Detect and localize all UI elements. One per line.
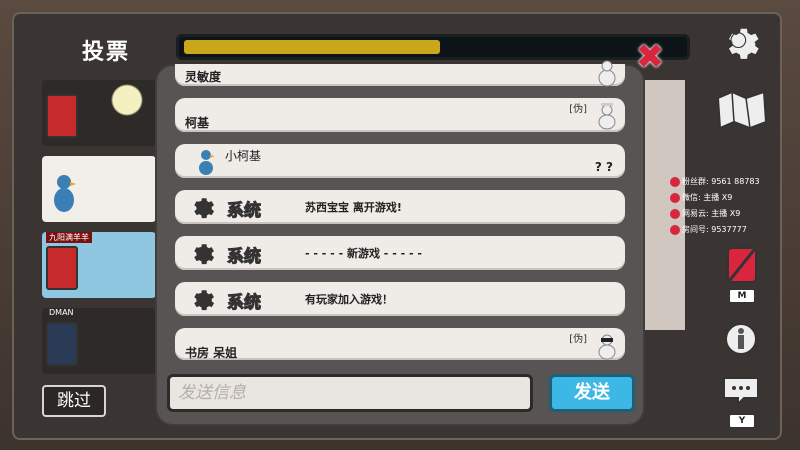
chat-message: 书房 呆姐 [伪] — [175, 328, 625, 360]
system-message: 系统 有玩家加入游戏！ — [175, 282, 625, 316]
message-body: 有玩家加入游戏！ — [305, 293, 393, 306]
netease-icon — [670, 208, 680, 219]
gear-icon — [194, 290, 215, 311]
send-button[interactable]: 发送 — [549, 374, 635, 412]
player-name: 九阳满羊羊 — [46, 232, 92, 243]
goose-avatar-icon — [199, 150, 215, 175]
chat-message: 灵敏度 — [175, 60, 625, 87]
wechat-info: 微信: 主播 X9 — [670, 192, 732, 203]
goose-avatar-icon — [598, 103, 616, 130]
chat-input[interactable] — [170, 377, 530, 409]
wechat-icon — [670, 192, 680, 203]
avatar — [46, 170, 78, 214]
player-card[interactable] — [42, 156, 156, 222]
goose-icon — [54, 175, 76, 212]
goose-avatar-icon — [598, 334, 616, 360]
room-info: 房间号: 9537777 — [670, 224, 747, 235]
avatar — [46, 94, 78, 138]
message-body: - - - - - 新游戏 - - - - - — [305, 247, 422, 260]
chat-icon[interactable] — [722, 376, 760, 406]
message-body: 苏西宝宝 离开游戏! — [305, 201, 402, 214]
gear-icon — [194, 198, 215, 219]
room-icon — [670, 224, 680, 235]
chat-message: 柯基 [伪] — [175, 98, 625, 132]
vote-timer-bar — [176, 34, 690, 60]
message-sender: 书房 呆姐 — [185, 346, 238, 360]
system-label: 系统 — [227, 247, 262, 268]
avatar — [46, 246, 78, 290]
message-sender: 灵敏度 — [185, 70, 222, 84]
message-body: ? ? — [594, 160, 613, 174]
page-title: 投票 — [82, 40, 131, 65]
avatar — [46, 322, 78, 366]
chat-input-box[interactable] — [167, 374, 533, 412]
close-icon[interactable]: ✖ — [630, 40, 670, 74]
skip-vote-button[interactable]: 跳过 — [42, 385, 106, 417]
chat-key-hint: Y — [729, 414, 755, 428]
goose-avatar-icon — [598, 60, 616, 87]
player-card[interactable]: 九阳满羊羊 — [42, 232, 156, 298]
netease-info: 网易云: 主播 X9 — [670, 208, 740, 219]
message-sender: 柯基 — [185, 116, 210, 130]
map-icon[interactable] — [714, 88, 770, 130]
gear-icon[interactable] — [720, 20, 764, 64]
system-label: 系统 — [227, 201, 262, 222]
mute-key-hint: M — [729, 289, 755, 303]
message-sender: 小柯基 — [225, 149, 262, 163]
fan-group-info: 粉丝群: 9561 88783 — [670, 176, 760, 187]
system-message: 系统 苏西宝宝 离开游戏! — [175, 190, 625, 224]
player-list-right — [645, 80, 685, 330]
mic-muted-icon[interactable] — [724, 246, 760, 286]
player-name: DMAN — [49, 308, 74, 317]
gear-icon — [194, 244, 215, 265]
role-badge: [伪] — [569, 334, 587, 345]
role-badge: [伪] — [569, 104, 587, 115]
player-info-icon[interactable] — [724, 322, 758, 356]
player-card[interactable] — [42, 80, 156, 146]
player-card[interactable]: DMAN — [42, 308, 156, 374]
system-message: 系统 - - - - - 新游戏 - - - - - — [175, 236, 625, 270]
vote-timer-fill — [184, 40, 440, 54]
chat-message: 小柯基 ? ? — [175, 144, 625, 178]
group-icon — [670, 176, 680, 187]
system-label: 系统 — [227, 293, 262, 314]
